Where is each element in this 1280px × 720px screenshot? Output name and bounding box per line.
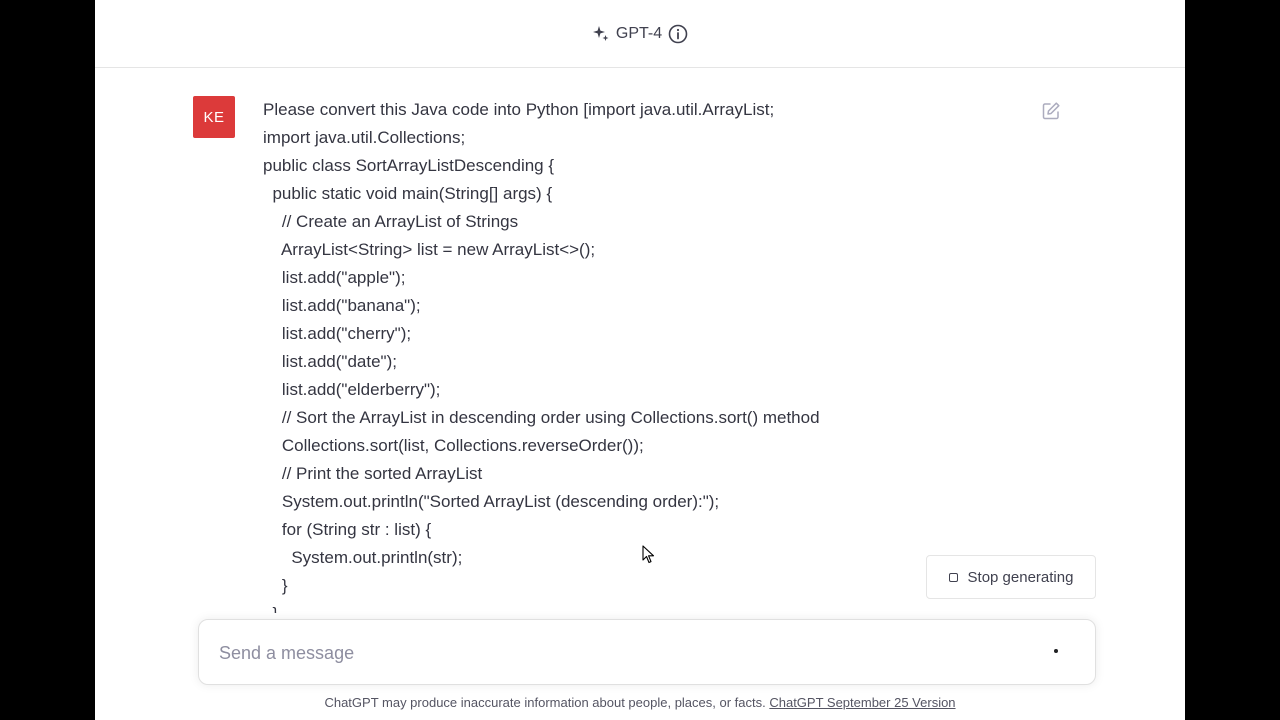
stop-icon xyxy=(948,572,958,582)
message-line: System.out.println(str); xyxy=(263,548,463,567)
message-text: Please convert this Java code into Pytho… xyxy=(263,96,1003,613)
message-line: public static void main(String[] args) { xyxy=(263,184,553,203)
message-line: import java.util.Collections; xyxy=(263,128,466,147)
message-line: Please convert this Java code into Pytho… xyxy=(263,100,775,119)
sparkle-icon xyxy=(592,25,610,43)
edit-icon[interactable] xyxy=(1040,100,1062,122)
message-line: public class SortArrayListDescending { xyxy=(263,156,555,175)
version-link[interactable]: ChatGPT September 25 Version xyxy=(769,695,955,710)
message-line: } xyxy=(263,600,1003,613)
message-line: // Sort the ArrayList in descending orde… xyxy=(263,408,820,427)
message-line: list.add("date"); xyxy=(263,352,397,371)
message-line: list.add("elderberry"); xyxy=(263,380,441,399)
footer-disclaimer: ChatGPT may produce inaccurate informati… xyxy=(324,695,770,710)
footer: ChatGPT may produce inaccurate informati… xyxy=(95,695,1185,710)
message-line: for (String str : list) { xyxy=(263,520,432,539)
info-icon[interactable] xyxy=(668,24,688,44)
chat-window: GPT-4 KE Please convert this Java code i… xyxy=(95,0,1185,720)
stop-generating-label: Stop generating xyxy=(967,568,1074,586)
message-line: // Print the sorted ArrayList xyxy=(263,464,483,483)
avatar: KE xyxy=(193,96,235,138)
user-message: KE Please convert this Java code into Py… xyxy=(95,68,1185,613)
message-line: list.add("apple"); xyxy=(263,268,406,287)
message-input[interactable] xyxy=(217,632,1021,674)
message-line: ArrayList<String> list = new ArrayList<>… xyxy=(263,240,596,259)
message-line: System.out.println("Sorted ArrayList (de… xyxy=(263,492,720,511)
message-line: // Create an ArrayList of Strings xyxy=(263,212,519,231)
chat-header: GPT-4 xyxy=(95,0,1185,68)
message-composer xyxy=(198,619,1096,685)
message-line: } xyxy=(263,576,288,595)
generating-indicator-icon xyxy=(1054,649,1058,653)
message-line: Collections.sort(list, Collections.rever… xyxy=(263,436,644,455)
model-name[interactable]: GPT-4 xyxy=(616,25,662,43)
message-line: list.add("cherry"); xyxy=(263,324,412,343)
stop-generating-button[interactable]: Stop generating xyxy=(926,555,1096,599)
message-line: list.add("banana"); xyxy=(263,296,421,315)
